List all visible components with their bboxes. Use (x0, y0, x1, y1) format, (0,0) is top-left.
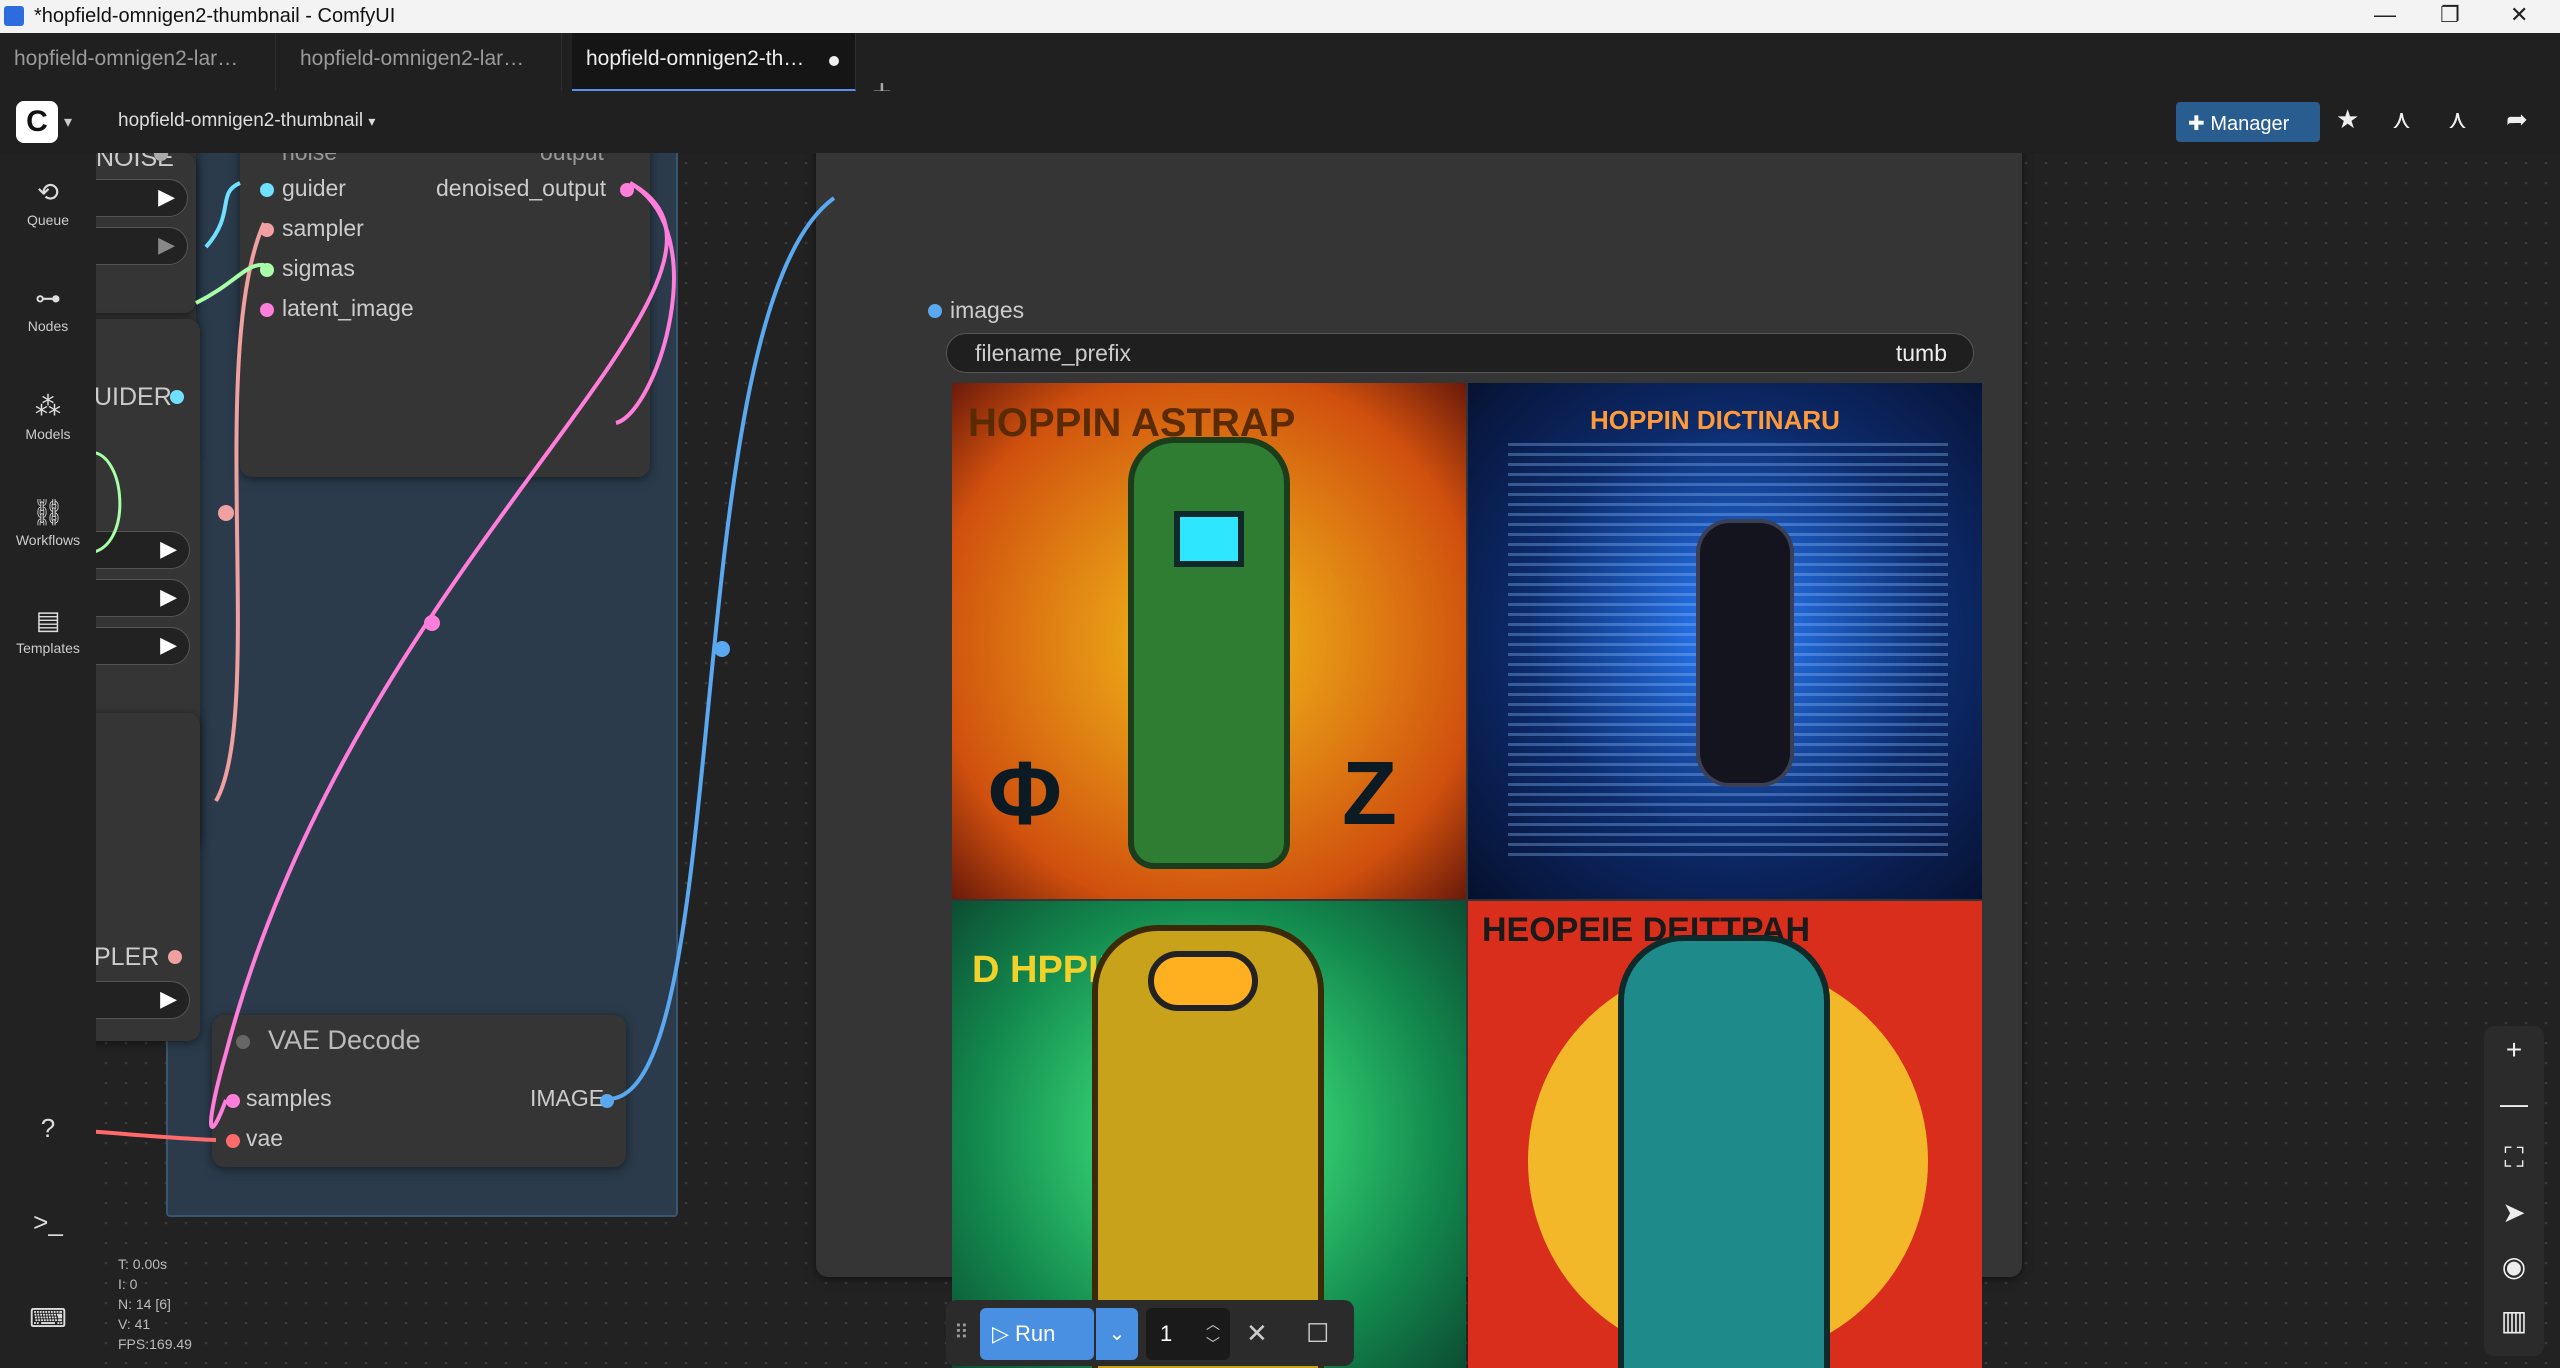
puzzle-icon: ✚ (2188, 113, 2205, 135)
linear-mode-alt-icon[interactable]: ⋏ (2448, 104, 2467, 135)
batch-count-input[interactable]: 1 ︿ ﹀ (1146, 1308, 1230, 1360)
history-icon: ⟲ (37, 177, 59, 207)
tab-workflow-active[interactable]: hopfield-omnigen2-th… (572, 33, 856, 91)
close-icon[interactable]: ✕ (2510, 2, 2528, 28)
sidebar-item-label: Queue (26, 212, 70, 228)
window-title: *hopfield-omnigen2-thumbnail - ComfyUI (34, 5, 396, 27)
play-icon: ▷ (992, 1321, 1009, 1346)
drag-handle-icon[interactable]: ⠿ (954, 1320, 969, 1345)
link-midpoint[interactable] (714, 641, 730, 657)
node-links (96, 181, 836, 1142)
link-samples (209, 181, 669, 1129)
stepper-icon[interactable]: ︿ ﹀ (1206, 1314, 1220, 1354)
link-sigmas (195, 262, 265, 305)
workflow-name-label: hopfield-omnigen2-thumbnail (118, 110, 364, 131)
workflow-tab-bar: hopfield-omnigen2-lar… hopfield-omnigen2… (0, 33, 2560, 111)
link-midpoint[interactable] (218, 505, 234, 521)
linear-mode-icon[interactable]: ⋏ (2392, 104, 2411, 135)
manager-label: Manager (2210, 113, 2290, 135)
tab-label: hopfield-omnigen2-th… (586, 47, 805, 70)
workflow-icon: ⛓ (31, 497, 65, 527)
node-icon: ⊶ (35, 283, 61, 313)
terminal-button[interactable]: >_ (0, 1207, 96, 1242)
link-vae (96, 1129, 217, 1142)
sidebar: ⟲ Queue ⊶ Nodes ⁂ Models ⛓ Workflows ▤ Templa… (0, 153, 96, 1368)
window-titlebar: *hopfield-omnigen2-thumbnail - ComfyUI —… (0, 0, 2560, 33)
stat-v: V: 41 (118, 1316, 151, 1332)
workflow-name[interactable]: hopfield-omnigen2-thumbnail ▾ (118, 110, 375, 132)
run-label: Run (1015, 1321, 1056, 1346)
fit-view-icon[interactable]: ⛶ (2495, 1142, 2533, 1175)
help-icon: ? (40, 1113, 56, 1143)
sidebar-item-workflows[interactable]: ⛓ Workflows (0, 497, 96, 548)
sidebar-item-label: Workflows (15, 532, 81, 548)
keyboard-shortcuts-button[interactable]: ⌨ (0, 1303, 96, 1338)
app-icon (4, 6, 24, 26)
render-stats: T: 0.00s I: 0 N: 14 [6] V: 41 FPS:169.49 (118, 1254, 192, 1354)
graph-canvas[interactable]: NOISE NOISE ▶ ▶ UIDER ▶ ▶ ▶ PLER ▶ noise… (96, 153, 2560, 1368)
templates-icon: ▤ (35, 605, 61, 635)
link-guider (204, 181, 241, 249)
keyboard-icon: ⌨ (29, 1303, 67, 1333)
chevron-down-icon[interactable]: ▾ (64, 112, 72, 132)
terminal-icon: >_ (33, 1207, 63, 1237)
sidebar-item-templates[interactable]: ▤ Templates (0, 605, 96, 656)
restore-icon[interactable]: ❐ (2440, 2, 2460, 28)
sidebar-item-models[interactable]: ⁂ Models (0, 391, 96, 442)
minimap-icon[interactable]: ▥ (2495, 1304, 2533, 1337)
unsaved-dot-icon (829, 56, 839, 66)
tab-workflow-1[interactable]: hopfield-omnigen2-lar… (0, 33, 276, 91)
tab-label: hopfield-omnigen2-lar… (14, 47, 239, 70)
run-options-chevron-icon[interactable]: ⌄ (1096, 1308, 1138, 1360)
sidebar-item-nodes[interactable]: ⊶ Nodes (0, 283, 96, 334)
sidebar-item-label: Nodes (27, 318, 69, 334)
tab-label: hopfield-omnigen2-lar… (300, 47, 525, 70)
tab-workflow-2[interactable]: hopfield-omnigen2-lar… (286, 33, 562, 91)
models-icon: ⁂ (35, 391, 61, 421)
stat-time: T: 0.00s (118, 1256, 168, 1272)
link-midpoint[interactable] (424, 615, 440, 631)
stop-icon[interactable]: ☐ (1306, 1318, 1329, 1349)
comfy-logo-icon[interactable]: C (16, 101, 58, 143)
star-icon[interactable]: ★ (2336, 104, 2359, 135)
stat-i: I: 0 (118, 1276, 138, 1292)
link-green (96, 451, 122, 553)
sidebar-item-label: Templates (16, 640, 80, 656)
toggle-visibility-icon[interactable]: ◉ (2495, 1250, 2533, 1283)
cancel-icon[interactable]: ✕ (1246, 1318, 1268, 1349)
minimize-icon[interactable]: — (2374, 2, 2396, 28)
help-button[interactable]: ? (0, 1113, 96, 1148)
share-icon[interactable]: ➦ (2506, 104, 2528, 135)
batch-count-value: 1 (1160, 1321, 1173, 1346)
sidebar-item-queue[interactable]: ⟲ Queue (0, 177, 96, 228)
sidebar-item-label: Models (25, 426, 71, 442)
zoom-out-icon[interactable]: — (2495, 1088, 2533, 1120)
stat-fps: FPS:169.49 (118, 1336, 192, 1352)
zoom-in-icon[interactable]: + (2495, 1034, 2533, 1066)
manager-button[interactable]: ✚ Manager (2176, 102, 2320, 142)
select-mode-icon[interactable]: ➤ (2495, 1196, 2533, 1229)
run-button[interactable]: ▷ Run (980, 1308, 1094, 1360)
stat-nodes: N: 14 [6] (118, 1296, 171, 1312)
